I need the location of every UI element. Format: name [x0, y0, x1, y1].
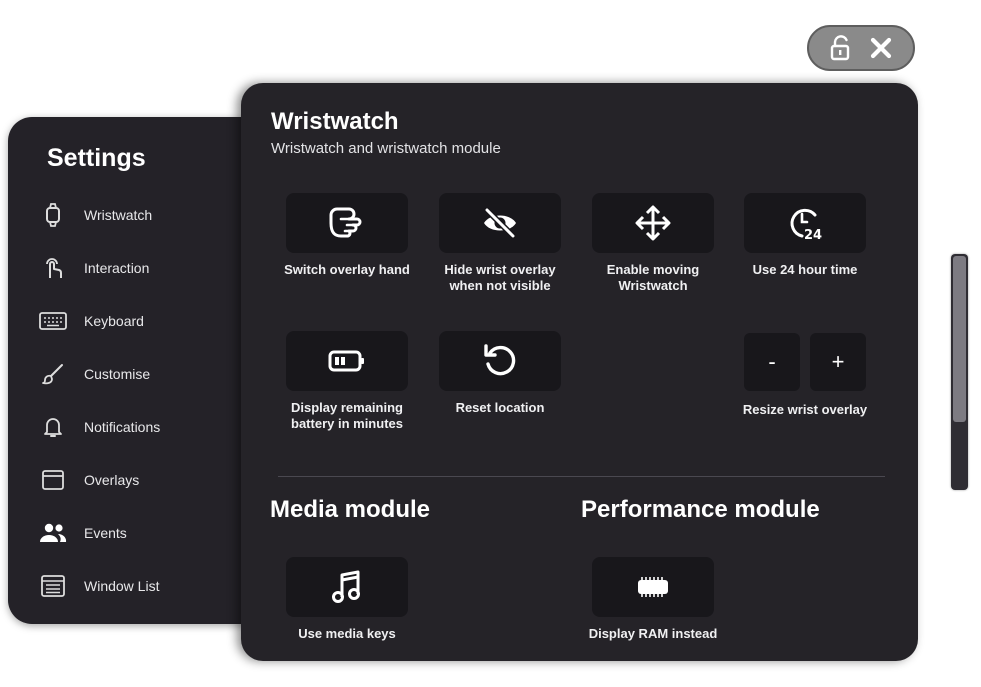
hand-swap-icon — [329, 207, 362, 238]
option-display-ram: Display RAM instead — [573, 557, 733, 642]
people-icon — [38, 518, 68, 548]
clock-24-icon: 24 — [790, 208, 822, 241]
media-section-title: Media module — [270, 496, 431, 523]
sidebar-item-events[interactable]: Events — [38, 513, 238, 553]
display-battery-minutes-button[interactable] — [286, 331, 408, 391]
option-switch-overlay-hand: Switch overlay hand — [267, 193, 427, 278]
sidebar-item-wristwatch[interactable]: Wristwatch — [38, 195, 238, 235]
sidebar-title: Settings — [47, 144, 146, 172]
use-media-keys-button[interactable] — [286, 557, 408, 617]
close-icon — [870, 37, 892, 59]
wristwatch-section-subtitle: Wristwatch and wristwatch module — [271, 140, 501, 157]
sidebar-item-label: Events — [84, 525, 127, 541]
sidebar-item-interaction[interactable]: Interaction — [38, 248, 238, 288]
pointer-hand-icon — [38, 253, 68, 283]
bell-icon — [38, 412, 68, 442]
close-button[interactable] — [864, 31, 898, 65]
switch-overlay-hand-button[interactable] — [286, 193, 408, 253]
move-arrows-icon — [635, 205, 671, 241]
hide-wrist-overlay-button[interactable] — [439, 193, 561, 253]
resize-wrist-overlay-label: Resize wrist overlay — [742, 402, 868, 417]
sidebar-item-label: Notifications — [84, 419, 161, 435]
sidebar-item-label: Customise — [84, 366, 151, 382]
sidebar-item-notifications[interactable]: Notifications — [38, 407, 238, 447]
wristwatch-section-title: Wristwatch — [271, 108, 399, 135]
unlock-button[interactable] — [824, 31, 858, 65]
option-enable-moving-wristwatch: Enable moving Wristwatch — [573, 193, 733, 294]
display-ram-button[interactable] — [592, 557, 714, 617]
option-use-media-keys: Use media keys — [267, 557, 427, 642]
watch-icon — [38, 200, 68, 230]
sidebar-item-window-list[interactable]: Window List — [38, 566, 238, 606]
reset-icon — [484, 344, 516, 376]
option-label: Display RAM instead — [588, 626, 718, 641]
option-label: Use 24 hour time — [752, 262, 858, 277]
sidebar-item-label: Interaction — [84, 260, 150, 276]
sidebar-item-label: Overlays — [84, 472, 140, 488]
resize-increase-button[interactable]: + — [810, 333, 866, 391]
performance-section-title: Performance module — [581, 496, 820, 523]
svg-text:24: 24 — [804, 228, 822, 241]
eye-off-icon — [484, 207, 516, 239]
unlock-icon — [830, 35, 850, 61]
sidebar-item-label: Window List — [84, 578, 160, 594]
sidebar-item-label: Wristwatch — [84, 207, 153, 223]
window-controls — [807, 25, 915, 71]
option-label: Reset location — [455, 400, 545, 415]
music-note-icon — [332, 570, 360, 603]
option-reset-location: Reset location — [420, 331, 580, 416]
window-list-icon — [38, 571, 68, 601]
content-scrollbar[interactable] — [951, 254, 968, 490]
keyboard-icon — [38, 306, 68, 336]
settings-content-panel: Wristwatch Wristwatch and wristwatch mod… — [241, 83, 918, 661]
use-24-hour-time-button[interactable]: 24 — [744, 193, 866, 253]
sidebar-item-overlays[interactable]: Overlays — [38, 460, 238, 500]
reset-location-button[interactable] — [439, 331, 561, 391]
option-use-24-hour-time: 24 Use 24 hour time — [725, 193, 885, 278]
sidebar-item-label: Keyboard — [84, 313, 144, 329]
option-label: Use media keys — [298, 626, 396, 641]
sidebar-item-keyboard[interactable]: Keyboard — [38, 301, 238, 341]
option-hide-wrist-overlay: Hide wrist overlay when not visible — [420, 193, 580, 294]
brush-icon — [38, 359, 68, 389]
window-icon — [38, 465, 68, 495]
ram-chip-icon — [638, 577, 668, 597]
enable-moving-wristwatch-button[interactable] — [592, 193, 714, 253]
sidebar-item-customise[interactable]: Customise — [38, 354, 238, 394]
scrollbar-thumb[interactable] — [953, 256, 966, 422]
battery-icon — [328, 350, 364, 372]
resize-decrease-button[interactable]: - — [744, 333, 800, 391]
option-label: Switch overlay hand — [284, 262, 410, 277]
section-divider — [278, 476, 885, 477]
option-label: Enable moving Wristwatch — [606, 262, 700, 293]
option-label: Hide wrist overlay when not visible — [444, 262, 556, 293]
option-display-battery-minutes: Display remaining battery in minutes — [267, 331, 427, 432]
option-label: Display remaining battery in minutes — [291, 400, 403, 431]
